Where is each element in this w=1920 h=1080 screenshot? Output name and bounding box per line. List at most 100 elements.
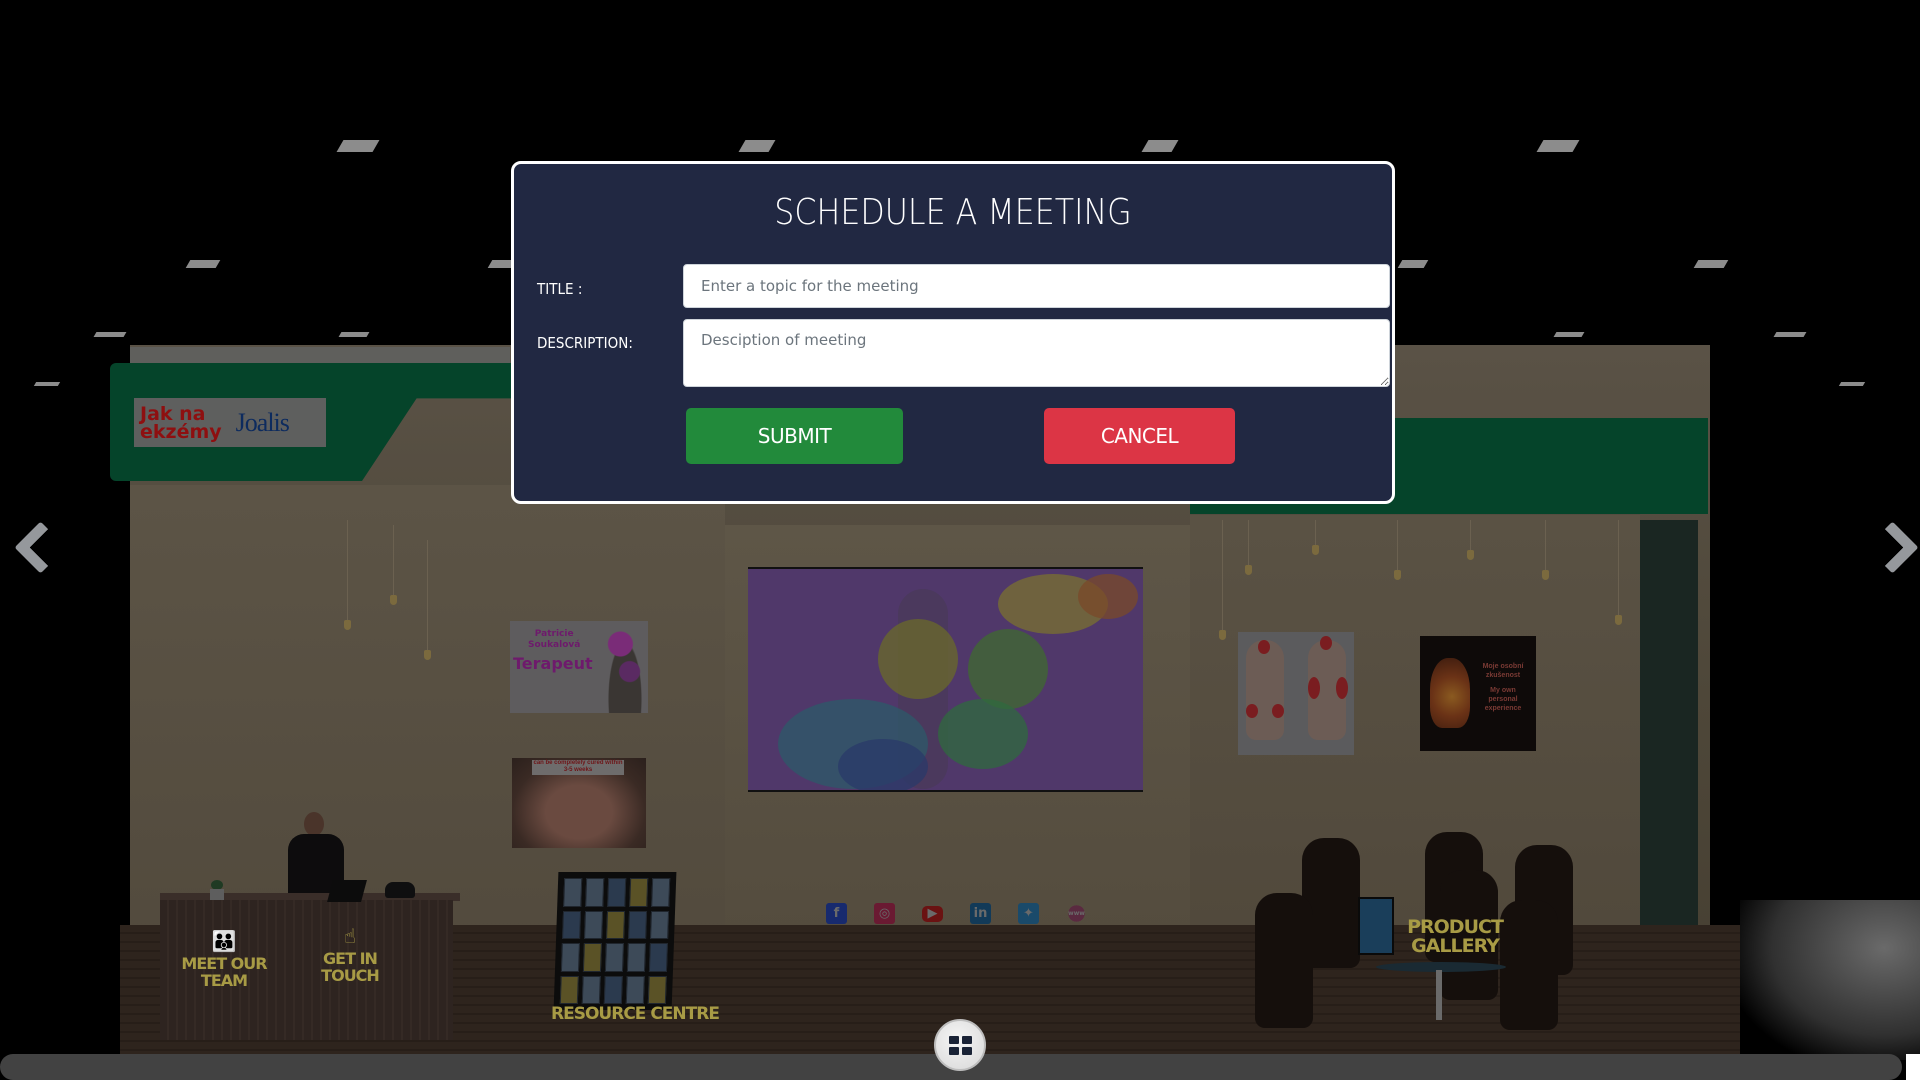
- pendant-light: [1312, 520, 1319, 555]
- joalis-logo: Joalis: [235, 407, 290, 437]
- brochure: [562, 910, 582, 939]
- brochure: [585, 878, 605, 907]
- brochure: [625, 975, 645, 1004]
- face-poster-caption: can be completely cured within 3-5 weeks: [532, 760, 624, 775]
- meeting-title-input[interactable]: [683, 264, 1390, 308]
- brochure: [629, 878, 649, 907]
- orchid-image: [602, 621, 648, 713]
- ceiling-light: [93, 332, 127, 337]
- grid-icon: [948, 1035, 959, 1044]
- ceiling-light: [1141, 140, 1179, 152]
- video-screen[interactable]: [748, 567, 1143, 792]
- receptionist-head: [304, 812, 324, 836]
- get-in-touch-hotspot[interactable]: ☝ GET IN TOUCH: [307, 925, 393, 984]
- twitter-icon[interactable]: ✦: [1018, 903, 1039, 924]
- pendant-light: [344, 520, 351, 630]
- meet-our-team-hotspot[interactable]: 👪 MEET OUR TEAM: [176, 930, 272, 989]
- instagram-icon[interactable]: ◎: [874, 903, 895, 924]
- brochure: [560, 943, 580, 972]
- desk-phone: [385, 882, 415, 898]
- lamp-poster-text: Moje osobní zkušenost My own personal ex…: [1472, 662, 1534, 713]
- chevron-left-icon[interactable]: [8, 515, 56, 573]
- touch-icon: ☝: [343, 924, 357, 948]
- modal-title: SCHEDULE A MEETING: [774, 192, 1132, 233]
- brochure: [584, 910, 604, 939]
- pendant-light: [1467, 520, 1474, 560]
- rash-mark: [1246, 704, 1258, 718]
- ceiling-light: [185, 260, 221, 268]
- grid-icon: [948, 1046, 959, 1055]
- submit-button[interactable]: SUBMIT: [686, 408, 903, 464]
- ceiling-light: [1838, 382, 1866, 386]
- grid-icon: [961, 1035, 972, 1044]
- website-icon[interactable]: www: [1066, 903, 1087, 924]
- ceiling-light: [1773, 332, 1807, 337]
- booth-side-panel: [1640, 520, 1698, 960]
- facebook-icon[interactable]: f: [826, 903, 847, 924]
- product-gallery-line-2: GALLERY: [1411, 935, 1500, 957]
- lamp-text-line: zkušenost: [1485, 672, 1521, 679]
- cactus-plant: [210, 880, 224, 900]
- brochure: [604, 943, 624, 972]
- protein-structure: [1078, 574, 1138, 619]
- therapist-first-name: Patricie: [534, 629, 574, 639]
- lamp-text-line: experience: [1484, 705, 1522, 712]
- brochure: [559, 975, 579, 1004]
- table-leg: [1436, 970, 1442, 1020]
- ceiling-light: [1693, 260, 1729, 268]
- pendant-light: [1394, 520, 1401, 580]
- ceiling-light: [336, 140, 380, 152]
- brochure: [648, 943, 668, 972]
- youtube-icon[interactable]: ▶: [922, 905, 943, 922]
- linkedin-icon[interactable]: in: [970, 903, 991, 924]
- resource-centre-hotspot[interactable]: RESOURCE CENTRE: [544, 1006, 726, 1023]
- ceiling-light: [1536, 140, 1580, 152]
- ceiling-light: [338, 332, 370, 337]
- therapist-poster[interactable]: Patricie Soukalová Terapeut: [510, 621, 648, 713]
- brochure: [607, 878, 627, 907]
- brochure: [581, 975, 601, 1004]
- floor-reflection: [1740, 900, 1920, 1060]
- brochure: [650, 910, 670, 939]
- lamp-text-line: Moje osobní: [1482, 663, 1524, 670]
- therapist-role: Terapeut: [513, 654, 593, 673]
- team-icon: 👪: [211, 929, 237, 953]
- pendant-light: [1245, 520, 1252, 575]
- protein-structure: [878, 619, 958, 699]
- lamp-text-line: My own: [1490, 687, 1516, 694]
- meeting-description-textarea[interactable]: [683, 319, 1390, 387]
- brochure-rack[interactable]: [553, 872, 677, 1010]
- booth-logo-sign: Jak na ekzémy Joalis: [134, 398, 326, 447]
- atopic-baby-poster[interactable]: [1238, 632, 1354, 755]
- schedule-meeting-modal: SCHEDULE A MEETING TITLE : DESCRIPTION: …: [511, 161, 1395, 504]
- brochure: [606, 910, 626, 939]
- pendant-light: [390, 525, 397, 605]
- brochure: [628, 910, 648, 939]
- face-poster[interactable]: can be completely cured within 3-5 weeks: [512, 758, 646, 848]
- protein-structure: [938, 699, 1028, 769]
- tablet-display: [1358, 897, 1394, 955]
- salt-lamp-image: [1430, 658, 1470, 728]
- baby-front: [1246, 640, 1284, 740]
- pendant-light: [424, 540, 431, 660]
- meet-team-line-2: TEAM: [200, 971, 248, 990]
- brochure: [647, 975, 667, 1004]
- brochure: [582, 943, 602, 972]
- therapist-last-name: Soukalová: [528, 640, 581, 650]
- lounge-chair: [1255, 893, 1313, 1028]
- rash-mark: [1272, 704, 1284, 718]
- brochure: [603, 975, 623, 1004]
- menu-button[interactable]: [934, 1019, 986, 1071]
- sign-text: Jak na ekzémy: [140, 404, 222, 443]
- salt-lamp-poster[interactable]: Moje osobní zkušenost My own personal ex…: [1420, 636, 1536, 751]
- brochure: [563, 878, 583, 907]
- chevron-right-icon[interactable]: [1868, 515, 1916, 573]
- pendant-light: [1542, 520, 1549, 580]
- rash-mark: [1258, 640, 1270, 654]
- product-gallery-hotspot[interactable]: PRODUCT GALLERY: [1393, 918, 1517, 956]
- ceiling-light: [1397, 260, 1429, 268]
- meet-team-line-1: MEET OUR: [181, 954, 267, 973]
- grid-icon: [961, 1046, 972, 1055]
- cancel-button[interactable]: CANCEL: [1044, 408, 1235, 464]
- sign-line-2: ekzémy: [140, 420, 222, 443]
